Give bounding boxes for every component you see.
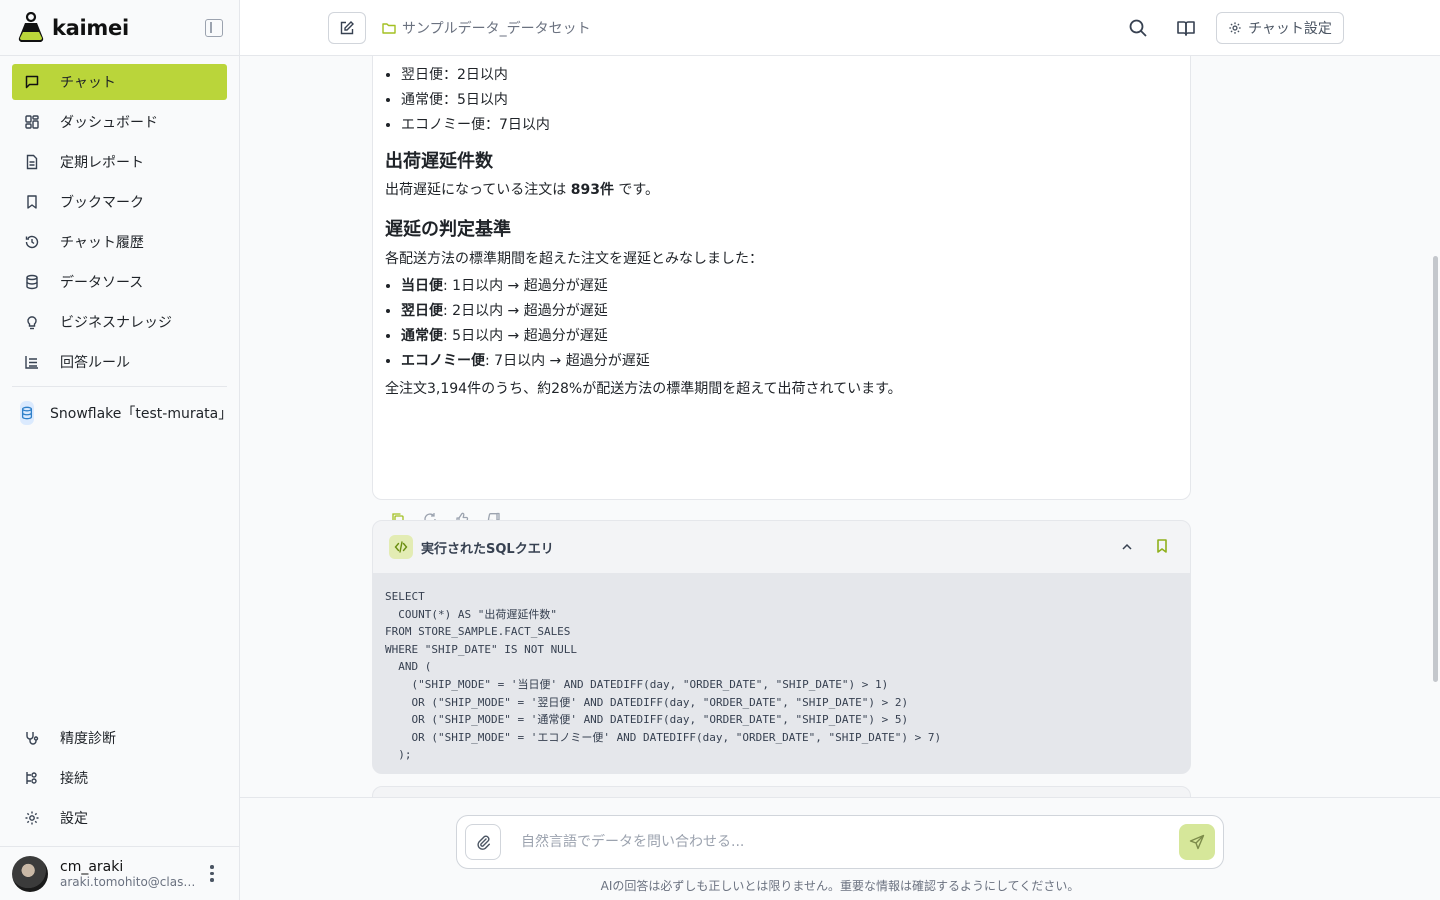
- avatar: [12, 855, 48, 892]
- sidebar-item-label: 精度診断: [60, 731, 116, 747]
- book-icon[interactable]: [1174, 16, 1198, 40]
- criteria-list: 当日便: 1日以内 → 超過分が遅延 翌日便: 2日以内 → 超過分が遅延 通常…: [385, 276, 1178, 376]
- summary-text: 全注文3,194件のうち、約28%が配送方法の標準期間を超えて出荷されています。: [385, 381, 902, 397]
- next-result-card: [372, 786, 1191, 797]
- send-icon: [1189, 834, 1205, 850]
- heading-criteria: 遅延の判定基準: [385, 219, 511, 240]
- database-icon: [24, 274, 40, 290]
- dashboard-icon: [24, 114, 40, 130]
- sidebar-item-label: 回答ルール: [60, 355, 130, 371]
- sidebar-item-datasource[interactable]: データソース: [12, 264, 227, 300]
- scrollbar[interactable]: [1433, 256, 1438, 682]
- chevron-up-icon[interactable]: [1120, 539, 1134, 558]
- dataset-selector[interactable]: サンプルデータ_データセット: [382, 18, 591, 38]
- sidebar-item-dashboard[interactable]: ダッシュボード: [12, 104, 227, 140]
- heading-delay-count: 出荷遅延件数: [385, 151, 493, 172]
- search-icon[interactable]: [1126, 16, 1150, 40]
- sidebar-item-label: データソース: [60, 275, 144, 291]
- sql-query-card: 実行されたSQLクエリ SELECT COUNT(*) AS "出荷遅延件数" …: [372, 520, 1191, 774]
- list-item: 当日便: 1日以内 → 超過分が遅延: [401, 276, 1178, 301]
- code-icon: [389, 535, 413, 559]
- sidebar-item-rules[interactable]: 回答ルール: [12, 344, 227, 380]
- delay-count-value: 893件: [570, 182, 614, 198]
- connection-icon: [24, 770, 40, 786]
- user-name: cm_araki: [60, 858, 124, 875]
- edit-icon: [340, 21, 354, 35]
- sql-code: SELECT COUNT(*) AS "出荷遅延件数" FROM STORE_S…: [373, 574, 1190, 773]
- criteria-intro: 各配送方法の標準期間を超えた注文を遅延とみなしました：: [385, 251, 763, 267]
- gear-icon: [24, 810, 40, 826]
- sidebar-nav: チャット ダッシュボード 定期レポート ブックマーク チャット履歴 データソース…: [0, 56, 239, 431]
- sidebar-item-label: 設定: [60, 811, 88, 827]
- new-chat-button[interactable]: [328, 12, 366, 44]
- paperclip-icon: [477, 835, 490, 850]
- lightbulb-icon: [24, 314, 40, 330]
- attach-button[interactable]: [465, 824, 501, 860]
- list-item: エコノミー便: 7日以内 → 超過分が遅延: [401, 351, 1178, 376]
- ai-disclaimer: AIの回答は必ずしも正しいとは限りません。重要な情報は確認するようにしてください…: [600, 879, 1080, 893]
- user-profile[interactable]: cm_araki araki.tomohito@classmethod.jp: [0, 846, 239, 900]
- sql-card-title: 実行されたSQLクエリ: [421, 541, 554, 557]
- history-icon: [24, 234, 40, 250]
- sidebar-item-bookmarks[interactable]: ブックマーク: [12, 184, 227, 220]
- sidebar-item-label: ブックマーク: [60, 195, 144, 211]
- answer-content: 翌日便：2日以内 通常便：5日以内 エコノミー便：7日以内 出荷遅延件数 出荷遅…: [385, 56, 1178, 400]
- report-icon: [24, 154, 40, 170]
- chat-input-area: AIの回答は必ずしも正しいとは限りません。重要な情報は確認するようにしてください…: [240, 797, 1440, 900]
- more-options-icon[interactable]: [210, 865, 214, 882]
- list-item: 通常便: 5日以内 → 超過分が遅延: [401, 326, 1178, 351]
- kaimei-logo-icon: [18, 11, 44, 42]
- stethoscope-icon: [24, 730, 40, 746]
- bookmark-icon: [24, 194, 40, 210]
- sidebar-item-label: ダッシュボード: [60, 115, 158, 131]
- sidebar-bottom-nav: 精度診断 接続 設定: [12, 720, 227, 840]
- sidebar-item-label: 接続: [60, 771, 88, 787]
- sidebar-item-knowledge[interactable]: ビジネスナレッジ: [12, 304, 227, 340]
- chat-main: 翌日便：2日以内 通常便：5日以内 エコノミー便：7日以内 出荷遅延件数 出荷遅…: [240, 56, 1440, 797]
- sidebar-item-accuracy[interactable]: 精度診断: [12, 720, 227, 756]
- rules-icon: [24, 354, 40, 370]
- dataset-name: サンプルデータ_データセット: [402, 21, 591, 37]
- chat-settings-label: チャット設定: [1248, 21, 1332, 37]
- gear-icon: [1229, 22, 1241, 34]
- sidebar-item-label: チャット履歴: [60, 235, 144, 251]
- list-item: エコノミー便：7日以内: [401, 115, 1178, 140]
- logo-row: kaimei: [0, 0, 239, 56]
- sidebar-collapse-button[interactable]: [205, 18, 223, 37]
- sidebar-item-reports[interactable]: 定期レポート: [12, 144, 227, 180]
- bookmark-icon[interactable]: [1154, 538, 1170, 558]
- sidebar-item-label: チャット: [60, 75, 116, 91]
- delay-count-text: 出荷遅延になっている注文は 893件 です。: [385, 182, 660, 198]
- folder-icon: [382, 23, 396, 34]
- list-item: 翌日便: 2日以内 → 超過分が遅延: [401, 301, 1178, 326]
- chat-input[interactable]: [521, 834, 1179, 850]
- user-email: araki.tomohito@classmethod.jp: [60, 874, 200, 889]
- sidebar: kaimei チャット ダッシュボード 定期レポート ブックマーク チャット履歴…: [0, 0, 240, 900]
- datasource-label: Snowflake「test-murata」: [50, 406, 227, 422]
- list-item: 通常便：5日以内: [401, 90, 1178, 115]
- sql-card-header[interactable]: 実行されたSQLクエリ: [373, 521, 1190, 574]
- send-button[interactable]: [1179, 824, 1215, 860]
- sidebar-item-settings[interactable]: 設定: [12, 800, 227, 836]
- sidebar-item-chat[interactable]: チャット: [12, 64, 227, 100]
- ship-mode-list: 翌日便：2日以内 通常便：5日以内 エコノミー便：7日以内: [385, 65, 1178, 140]
- datasource-item[interactable]: Snowflake「test-murata」: [12, 395, 227, 431]
- answer-card: 翌日便：2日以内 通常便：5日以内 エコノミー便：7日以内 出荷遅延件数 出荷遅…: [372, 56, 1191, 526]
- user-info: cm_araki araki.tomohito@classmethod.jp: [60, 859, 200, 889]
- chat-icon: [24, 74, 40, 90]
- list-item: 翌日便：2日以内: [401, 65, 1178, 90]
- database-icon: [20, 401, 34, 425]
- sidebar-divider: [12, 386, 227, 387]
- sidebar-item-label: ビジネスナレッジ: [60, 315, 172, 331]
- chat-input-box: [456, 815, 1224, 869]
- sidebar-item-history[interactable]: チャット履歴: [12, 224, 227, 260]
- top-header: サンプルデータ_データセット チャット設定: [240, 0, 1440, 56]
- app-name: kaimei: [52, 15, 129, 40]
- sidebar-item-connection[interactable]: 接続: [12, 760, 227, 796]
- chat-settings-button[interactable]: チャット設定: [1216, 12, 1344, 44]
- sidebar-item-label: 定期レポート: [60, 155, 144, 171]
